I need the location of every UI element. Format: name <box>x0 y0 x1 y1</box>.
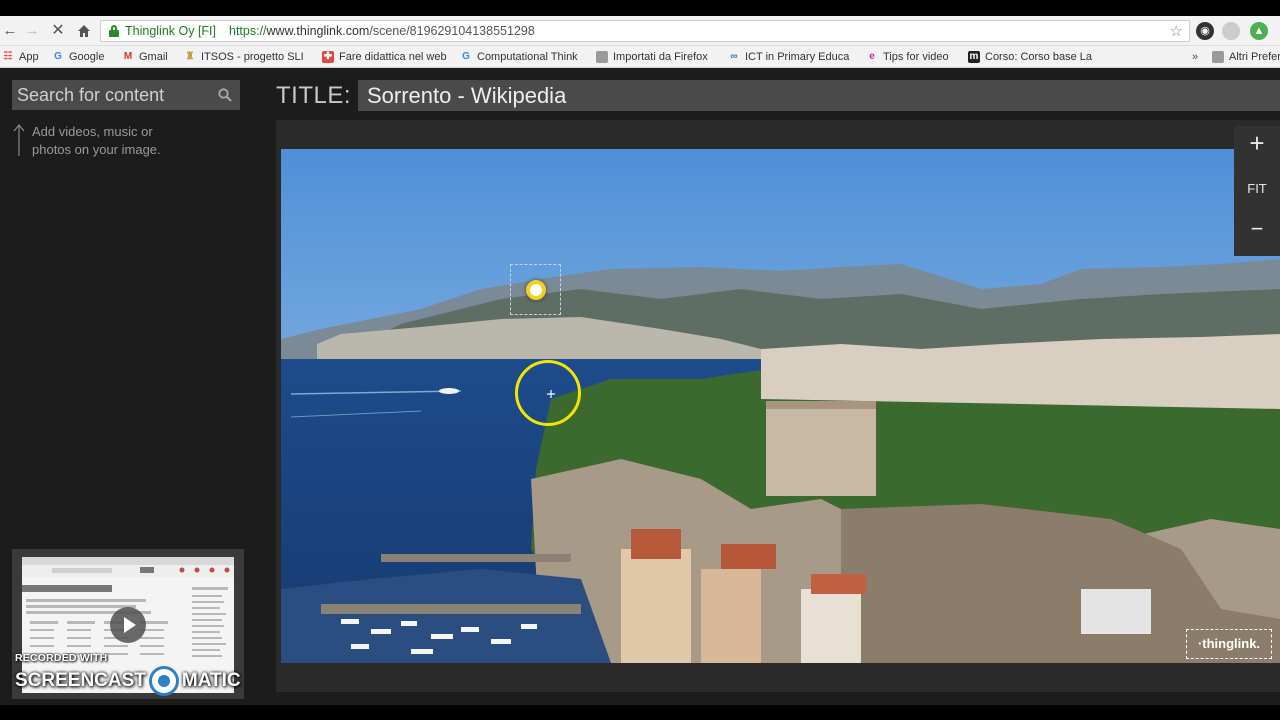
scene-image[interactable]: ·thinglink. <box>281 149 1280 663</box>
url-text: https://www.thinglink.com/scene/81962910… <box>229 24 535 38</box>
image-editor-canvas: ·thinglink. + FIT − <box>276 120 1280 692</box>
hotspot-dot-icon[interactable] <box>526 280 546 300</box>
coursera-icon: ∞ <box>730 51 738 62</box>
window-bottom-edge <box>0 705 1280 720</box>
site-identity: Thinglink Oy [FI] <box>125 24 216 38</box>
bookmark-fare-didattica[interactable]: ✚ Fare didattica nel web <box>322 49 447 65</box>
bookmark-computational[interactable]: G Computational Think <box>460 49 578 65</box>
bookmark-itsos[interactable]: ♜ ITSOS - progetto SLI <box>184 49 304 65</box>
back-icon[interactable]: ← <box>0 21 20 41</box>
lock-icon <box>109 25 119 37</box>
google-g-icon: G <box>462 51 470 62</box>
extension-owl-icon[interactable]: ◉ <box>1196 22 1214 40</box>
crosshair-icon <box>547 390 555 398</box>
sidebar-hint: Add videos, music or photos on your imag… <box>32 124 161 157</box>
zoom-in-button[interactable]: + <box>1234 128 1280 159</box>
itsos-icon: ♜ <box>185 51 195 62</box>
bookmark-gmail[interactable]: M Gmail <box>122 49 168 65</box>
address-bar[interactable]: Thinglink Oy [FI] https://www.thinglink.… <box>100 20 1190 42</box>
bookmark-google[interactable]: G Google <box>52 49 104 65</box>
add-tag-cursor <box>515 360 581 426</box>
zoom-out-button[interactable]: − <box>1234 216 1280 242</box>
screencast-logo-icon <box>148 666 179 696</box>
search-icon[interactable] <box>218 88 232 102</box>
folder-icon <box>1212 51 1224 63</box>
window-top-edge <box>0 0 1280 16</box>
bookmarks-overflow-icon[interactable]: » <box>1192 49 1198 65</box>
bookmark-ict[interactable]: ∞ ICT in Primary Educa <box>728 49 849 65</box>
bookmark-corso[interactable]: m Corso: Corso base La <box>968 49 1092 65</box>
zoom-controls: + FIT − <box>1234 126 1280 256</box>
puzzle-icon: ✚ <box>322 51 334 63</box>
edx-icon: e <box>869 51 875 62</box>
stop-loading-icon[interactable]: ✕ <box>48 21 68 41</box>
recorded-with-label: RECORDED WITH <box>15 652 108 664</box>
search-input[interactable] <box>12 80 212 110</box>
bookmark-importati[interactable]: Importati da Firefox <box>596 49 708 65</box>
bookmark-app[interactable]: ☷ App <box>2 49 39 65</box>
up-arrow-icon <box>13 123 25 156</box>
forward-icon[interactable]: → <box>22 21 42 41</box>
zoom-fit-button[interactable]: FIT <box>1234 181 1280 196</box>
extension-grey-icon[interactable] <box>1222 22 1240 40</box>
title-input[interactable]: Sorrento - Wikipedia <box>358 80 1280 111</box>
sorrento-photo <box>281 149 1280 663</box>
bookmark-altri[interactable]: Altri Preferiti <box>1212 49 1280 65</box>
bookmark-tips[interactable]: e Tips for video <box>866 49 948 65</box>
folder-icon <box>596 51 608 63</box>
apps-grid-icon: ☷ <box>3 51 13 62</box>
play-button-icon[interactable] <box>110 607 146 643</box>
thinglink-logo: ·thinglink. <box>1186 629 1272 659</box>
content-search <box>12 80 240 110</box>
extension-evernote-icon[interactable]: ▲ <box>1250 22 1268 40</box>
google-g-icon: G <box>54 51 62 62</box>
m-icon: m <box>968 51 980 63</box>
bookmarks-bar: ☷ App G Google M Gmail ♜ ITSOS - progetto SL… <box>0 46 1280 68</box>
title-label: TITLE: <box>276 82 352 109</box>
home-icon[interactable] <box>74 21 94 41</box>
browser-toolbar: ← → ✕ Thinglink Oy [FI] https://www.thin… <box>0 16 1280 46</box>
gmail-icon: M <box>123 51 133 62</box>
hotspot-tag-selected[interactable] <box>510 264 561 315</box>
screencast-matic-watermark: SCREENCAST MATIC <box>15 666 241 696</box>
bookmark-star-icon[interactable]: ☆ <box>1170 22 1183 40</box>
